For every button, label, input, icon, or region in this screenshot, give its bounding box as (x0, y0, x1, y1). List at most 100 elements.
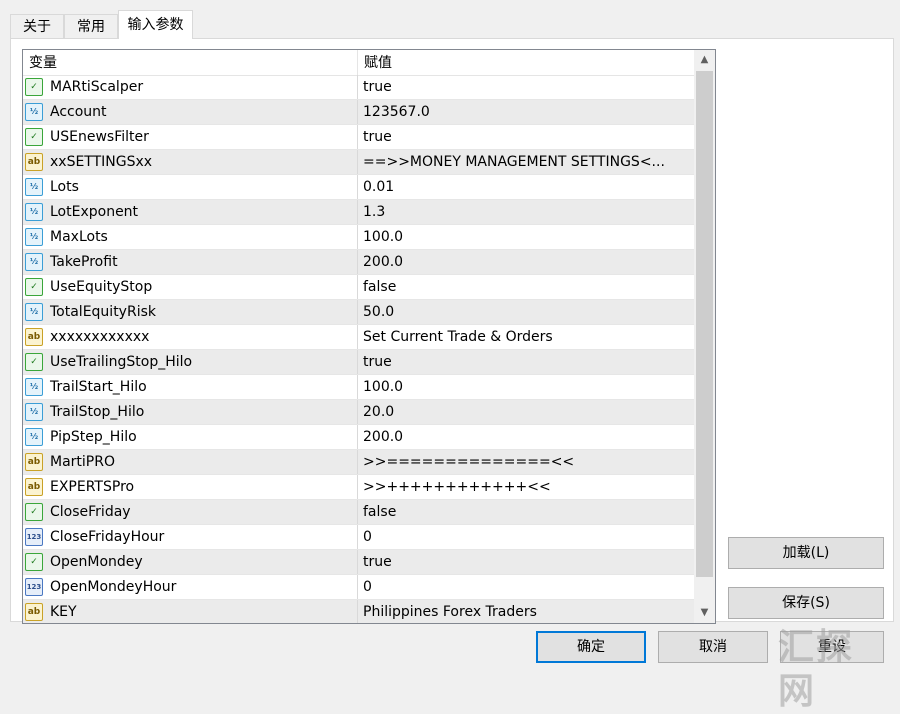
parameter-value[interactable]: true (358, 350, 694, 374)
parameter-name: Account (50, 104, 107, 120)
parameter-value[interactable]: true (358, 75, 694, 99)
parameter-name: Lots (50, 179, 79, 195)
cancel-button[interactable]: 取消 (658, 631, 768, 663)
parameter-name: TakeProfit (50, 254, 118, 270)
parameter-name-cell[interactable]: ab MartiPRO (23, 450, 358, 474)
grid-header: 变量 赋值 (23, 50, 694, 76)
parameter-name-cell[interactable]: ✓ UseEquityStop (23, 275, 358, 299)
parameter-value[interactable]: 123567.0 (358, 100, 694, 124)
parameter-value[interactable]: 0 (358, 575, 694, 599)
parameter-rows: ✓ MARtiScalper true ½ Account 123567.0 ✓ USEnew… (23, 75, 694, 623)
parameter-name-cell[interactable]: ½ PipStep_Hilo (23, 425, 358, 449)
load-button[interactable]: 加载(L) (728, 537, 884, 569)
parameter-name-cell[interactable]: ½ LotExponent (23, 200, 358, 224)
parameter-row[interactable]: ½ LotExponent 1.3 (23, 200, 694, 225)
parameter-name-cell[interactable]: ab EXPERTSPro (23, 475, 358, 499)
column-header-value[interactable]: 赋值 (358, 50, 694, 75)
parameter-value[interactable]: true (358, 550, 694, 574)
parameter-row[interactable]: ✓ UseTrailingStop_Hilo true (23, 350, 694, 375)
scroll-down-icon[interactable]: ▼ (694, 603, 715, 623)
parameter-name-cell[interactable]: 123 OpenMondeyHour (23, 575, 358, 599)
parameter-name-cell[interactable]: ✓ CloseFriday (23, 500, 358, 524)
parameter-value[interactable]: 200.0 (358, 425, 694, 449)
parameter-row[interactable]: ✓ MARtiScalper true (23, 75, 694, 100)
parameter-name-cell[interactable]: ✓ OpenMondey (23, 550, 358, 574)
parameter-name-cell[interactable]: ½ MaxLots (23, 225, 358, 249)
parameter-name-cell[interactable]: 123 CloseFridayHour (23, 525, 358, 549)
ok-button[interactable]: 确定 (536, 631, 646, 663)
parameter-name: PipStep_Hilo (50, 429, 137, 445)
scroll-up-icon[interactable]: ▲ (694, 50, 715, 70)
tab-common[interactable]: 常用 (64, 14, 118, 38)
double-icon: ½ (25, 428, 43, 446)
parameter-name-cell[interactable]: ab xxxxxxxxxxxx (23, 325, 358, 349)
save-button[interactable]: 保存(S) (728, 587, 884, 619)
parameter-value[interactable]: >>==============<< (358, 450, 694, 474)
parameter-name: UseEquityStop (50, 279, 153, 295)
parameter-row[interactable]: 123 CloseFridayHour 0 (23, 525, 694, 550)
parameter-value[interactable]: true (358, 125, 694, 149)
parameter-row[interactable]: ½ TakeProfit 200.0 (23, 250, 694, 275)
parameter-row[interactable]: ½ Lots 0.01 (23, 175, 694, 200)
string-icon: ab (25, 153, 43, 171)
parameter-value[interactable]: 1.3 (358, 200, 694, 224)
parameter-row[interactable]: ab xxxxxxxxxxxx Set Current Trade & Orders (23, 325, 694, 350)
parameter-value[interactable]: Philippines Forex Traders (358, 600, 694, 623)
double-icon: ½ (25, 303, 43, 321)
parameter-row[interactable]: ab xxSETTINGSxx ==>>MONEY MANAGEMENT SETTI… (23, 150, 694, 175)
parameter-row[interactable]: ab KEY Philippines Forex Traders (23, 600, 694, 623)
double-icon: ½ (25, 103, 43, 121)
parameter-value[interactable]: 0.01 (358, 175, 694, 199)
parameter-row[interactable]: ½ PipStep_Hilo 200.0 (23, 425, 694, 450)
parameter-name-cell[interactable]: ½ Lots (23, 175, 358, 199)
parameter-row[interactable]: ✓ UseEquityStop false (23, 275, 694, 300)
parameter-row[interactable]: ½ TrailStart_Hilo 100.0 (23, 375, 694, 400)
parameter-value[interactable]: 200.0 (358, 250, 694, 274)
parameter-value[interactable]: false (358, 500, 694, 524)
parameter-name-cell[interactable]: ab xxSETTINGSxx (23, 150, 358, 174)
parameter-value[interactable]: >>++++++++++++<< (358, 475, 694, 499)
scroll-thumb[interactable] (696, 71, 713, 577)
parameter-name: LotExponent (50, 204, 139, 220)
parameter-value[interactable]: 0 (358, 525, 694, 549)
parameter-row[interactable]: ab EXPERTSPro >>++++++++++++<< (23, 475, 694, 500)
parameter-value[interactable]: 20.0 (358, 400, 694, 424)
parameter-value[interactable]: 50.0 (358, 300, 694, 324)
vertical-scrollbar[interactable]: ▲ ▼ (694, 50, 715, 623)
parameter-row[interactable]: ✓ CloseFriday false (23, 500, 694, 525)
parameter-value[interactable]: 100.0 (358, 375, 694, 399)
parameter-value[interactable]: Set Current Trade & Orders (358, 325, 694, 349)
double-icon: ½ (25, 178, 43, 196)
parameter-value[interactable]: 100.0 (358, 225, 694, 249)
parameter-name-cell[interactable]: ✓ UseTrailingStop_Hilo (23, 350, 358, 374)
parameter-value[interactable]: false (358, 275, 694, 299)
parameter-row[interactable]: ½ MaxLots 100.0 (23, 225, 694, 250)
double-icon: ½ (25, 403, 43, 421)
parameter-row[interactable]: ab MartiPRO >>==============<< (23, 450, 694, 475)
parameter-row[interactable]: ✓ USEnewsFilter true (23, 125, 694, 150)
parameter-row[interactable]: 123 OpenMondeyHour 0 (23, 575, 694, 600)
bool-icon: ✓ (25, 128, 43, 146)
string-icon: ab (25, 328, 43, 346)
parameter-name-cell[interactable]: ½ TakeProfit (23, 250, 358, 274)
parameter-name-cell[interactable]: ✓ MARtiScalper (23, 75, 358, 99)
column-header-variable[interactable]: 变量 (23, 50, 358, 75)
parameter-value[interactable]: ==>>MONEY MANAGEMENT SETTINGS<... (358, 150, 694, 174)
parameter-name-cell[interactable]: ab KEY (23, 600, 358, 623)
parameter-name: TrailStart_Hilo (50, 379, 147, 395)
parameter-row[interactable]: ½ TrailStop_Hilo 20.0 (23, 400, 694, 425)
parameter-name-cell[interactable]: ½ TrailStart_Hilo (23, 375, 358, 399)
parameter-name-cell[interactable]: ½ Account (23, 100, 358, 124)
parameter-name-cell[interactable]: ½ TrailStop_Hilo (23, 400, 358, 424)
parameters-grid: 变量 赋值 ✓ MARtiScalper true ½ Account 123567.0 ✓… (22, 49, 716, 624)
parameter-name: CloseFriday (50, 504, 131, 520)
double-icon: ½ (25, 378, 43, 396)
tab-about[interactable]: 关于 (10, 14, 64, 38)
tab-inputs[interactable]: 输入参数 (118, 10, 193, 39)
parameter-name-cell[interactable]: ½ TotalEquityRisk (23, 300, 358, 324)
parameter-name-cell[interactable]: ✓ USEnewsFilter (23, 125, 358, 149)
parameter-row[interactable]: ½ Account 123567.0 (23, 100, 694, 125)
parameter-row[interactable]: ✓ OpenMondey true (23, 550, 694, 575)
parameter-name: OpenMondeyHour (50, 579, 177, 595)
parameter-row[interactable]: ½ TotalEquityRisk 50.0 (23, 300, 694, 325)
